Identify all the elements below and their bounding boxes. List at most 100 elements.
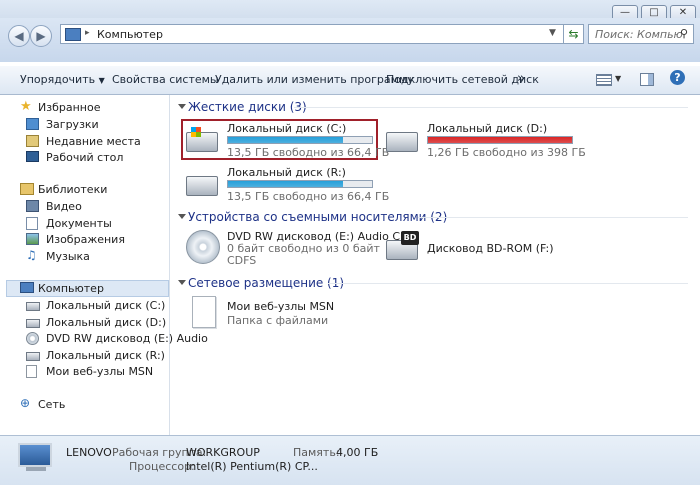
sidebar-item-drive-c[interactable]: Локальный диск (C:)	[0, 298, 169, 314]
refresh-button[interactable]: ⇆	[564, 24, 584, 44]
documents-icon	[26, 217, 38, 230]
sidebar-item-music[interactable]: ♫ Музыка	[0, 248, 169, 265]
dvd-disc-icon	[186, 230, 220, 264]
msn-folder-tile[interactable]: Мои веб-узлы MSN Папка с файлами	[184, 296, 384, 332]
sidebar-item-label: Загрузки	[46, 118, 99, 131]
cpu-value: Intel(R) Pentium(R) CP...	[186, 460, 318, 473]
sidebar-computer[interactable]: Компьютер	[0, 281, 169, 297]
group-divider	[328, 283, 688, 284]
drive-usage-fill	[228, 181, 344, 187]
more-commands-button[interactable]: »	[517, 71, 525, 86]
organize-button[interactable]: Упорядочить ▼	[20, 73, 105, 86]
drive-filesystem: CDFS	[227, 254, 257, 267]
breadcrumb-computer[interactable]: Компьютер	[97, 28, 163, 41]
group-header-removable[interactable]: Устройства со съемными носителями (2)	[188, 210, 447, 224]
sidebar-item-drive-d[interactable]: Локальный диск (D:)	[0, 315, 169, 331]
sidebar-item-label: Локальный диск (C:)	[46, 299, 166, 312]
sidebar-item-drive-r[interactable]: Локальный диск (R:)	[0, 348, 169, 364]
sidebar-label: Библиотеки	[38, 183, 108, 196]
hard-drive-icon	[26, 319, 40, 328]
search-input[interactable]	[589, 25, 683, 43]
folder-file-icon	[26, 365, 37, 378]
drive-d-tile[interactable]: Локальный диск (D:) 1,26 ГБ свободно из …	[384, 122, 586, 159]
sidebar-item-dvd-drive[interactable]: DVD RW дисковод (E:) Audio	[0, 331, 208, 347]
bd-drive-tile[interactable]: BD Дисковод BD-ROM (F:)	[384, 230, 584, 266]
collapse-icon[interactable]	[178, 214, 186, 219]
item-description: Папка с файлами	[227, 314, 329, 327]
address-dropdown-icon[interactable]: ▼	[549, 28, 556, 38]
collapse-icon[interactable]	[178, 280, 186, 285]
computer-icon	[20, 282, 34, 293]
help-icon[interactable]: ?	[670, 70, 685, 85]
sidebar-network[interactable]: ⊕ Сеть	[0, 396, 169, 413]
group-divider	[294, 107, 688, 108]
drive-name: Локальный диск (R:)	[227, 166, 346, 179]
cpu-label: Процессор:	[129, 460, 195, 473]
forward-button[interactable]: ▶	[30, 25, 52, 47]
memory-label: Память:	[293, 446, 340, 459]
video-icon	[26, 200, 39, 212]
sidebar-item-desktop[interactable]: Рабочий стол	[0, 150, 169, 166]
bd-rom-icon: BD	[386, 231, 419, 260]
music-icon: ♫	[26, 248, 37, 262]
uninstall-program-button[interactable]: Удалить или изменить программу	[215, 73, 414, 86]
sidebar-item-label: Локальный диск (D:)	[46, 316, 167, 329]
file-folder-icon	[192, 296, 216, 328]
sidebar-item-label: Документы	[46, 217, 112, 230]
sidebar-item-label: Рабочий стол	[46, 151, 124, 164]
sidebar-label: Сеть	[38, 398, 66, 411]
computer-icon	[18, 443, 52, 467]
drive-r-tile[interactable]: Локальный диск (R:) 13,5 ГБ свободно из …	[184, 166, 389, 203]
search-icon[interactable]: ⚲	[680, 27, 688, 40]
drive-name: Локальный диск (D:)	[427, 122, 548, 135]
sidebar-libraries[interactable]: Библиотеки	[0, 182, 169, 198]
drive-free-space: 13,5 ГБ свободно из 66,4 ГБ	[227, 146, 390, 159]
dvd-drive-tile[interactable]: DVD RW дисковод (E:) Audio CD 0 байт сво…	[184, 230, 408, 267]
pictures-icon	[26, 233, 39, 245]
drive-usage-bar	[227, 180, 373, 188]
view-options-icon[interactable]	[596, 74, 612, 86]
memory-value: 4,00 ГБ	[336, 446, 379, 459]
sidebar-item-documents[interactable]: Документы	[0, 216, 169, 232]
libraries-icon	[20, 183, 34, 195]
hard-drive-icon	[26, 352, 40, 361]
address-bar[interactable]: ▸ Компьютер ▼	[60, 24, 564, 44]
hard-drive-icon	[186, 127, 218, 152]
sidebar-item-label: Локальный диск (R:)	[46, 349, 165, 362]
sidebar-item-label: Мои веб-узлы MSN	[46, 365, 154, 378]
drive-free-space: 13,5 ГБ свободно из 66,4 ГБ	[227, 190, 390, 203]
hard-drive-icon	[386, 132, 418, 152]
sidebar-item-msn[interactable]: Мои веб-узлы MSN	[0, 364, 169, 380]
star-icon: ★	[20, 99, 32, 114]
collapse-icon[interactable]	[178, 104, 186, 109]
breadcrumb-separator-icon: ▸	[85, 28, 90, 38]
sidebar-item-downloads[interactable]: Загрузки	[0, 117, 169, 133]
sidebar-label: Компьютер	[38, 282, 104, 295]
sidebar-label: Избранное	[38, 101, 101, 114]
sidebar-item-pictures[interactable]: Изображения	[0, 232, 169, 248]
group-header-network[interactable]: Сетевое размещение (1)	[188, 276, 344, 290]
sidebar-favorites[interactable]: ★ Избранное	[0, 99, 169, 116]
downloads-icon	[26, 118, 39, 130]
hard-drive-icon	[26, 302, 40, 311]
sidebar-item-label: Музыка	[46, 250, 90, 263]
drive-c-tile[interactable]: Локальный диск (C:) 13,5 ГБ свободно из …	[184, 122, 389, 159]
item-name: Мои веб-узлы MSN	[227, 300, 335, 313]
back-button[interactable]: ◀	[8, 25, 30, 47]
recent-places-icon	[26, 135, 39, 147]
drive-usage-bar	[427, 136, 573, 144]
sidebar-item-label: Недавние места	[46, 135, 141, 148]
windows-logo-icon	[191, 127, 201, 137]
group-header-hard-drives[interactable]: Жесткие диски (3)	[188, 100, 307, 114]
view-dropdown-icon[interactable]: ▼	[615, 74, 621, 83]
sidebar-item-recent[interactable]: Недавние места	[0, 134, 169, 150]
drive-free-space: 1,26 ГБ свободно из 398 ГБ	[427, 146, 586, 159]
sidebar-item-video[interactable]: Видео	[0, 199, 169, 215]
chevron-down-icon: ▼	[98, 76, 105, 85]
preview-pane-icon[interactable]	[640, 73, 654, 86]
sidebar-item-label: Видео	[46, 200, 82, 213]
search-box[interactable]: ⚲	[588, 24, 694, 44]
network-icon: ⊕	[20, 396, 31, 410]
system-properties-button[interactable]: Свойства системы	[112, 73, 219, 86]
map-network-drive-button[interactable]: Подключить сетевой диск	[386, 73, 539, 86]
